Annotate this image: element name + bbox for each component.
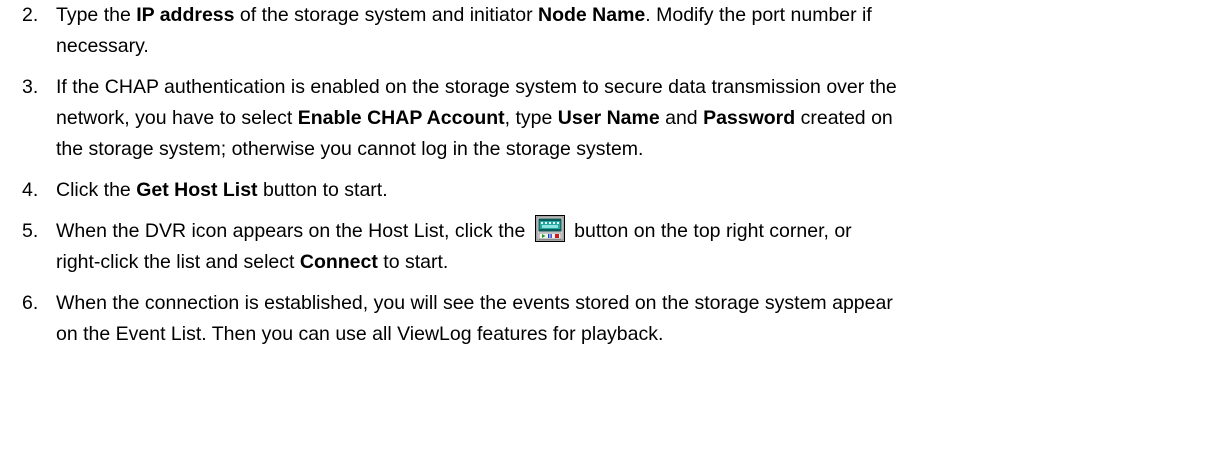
step-text-run: created on [795, 107, 893, 129]
step-text-run: If the CHAP authentication is enabled on… [56, 76, 897, 98]
bold-term: IP address [136, 4, 235, 26]
step-text-run: Type the [56, 4, 137, 26]
step-gap [22, 278, 1212, 288]
step-text: If the CHAP authentication is enabled on… [56, 72, 1212, 165]
step-text-run: necessary. [56, 35, 149, 57]
step-gap [22, 62, 1212, 72]
step-text-run: the storage system; otherwise you cannot… [56, 138, 644, 160]
step-text-run: button to start. [257, 179, 388, 201]
step-item: 5. When the DVR icon appears on the Host … [22, 215, 1212, 278]
step-number: 5. [22, 220, 39, 242]
step-line: necessary. [56, 31, 1212, 62]
step-line: network, you have to select Enable CHAP … [56, 103, 1212, 134]
step-text-run: right-click the list and select [56, 251, 300, 273]
step-text-run: button on the top right corner, or [568, 220, 852, 242]
step-text-run: and [659, 107, 704, 129]
step-text-run: to start. [377, 251, 449, 273]
step-line: Click the Get Host List button to start. [56, 175, 1212, 206]
step-item: 2. Type the IP address of the storage sys… [22, 0, 1212, 62]
bold-term: Get Host List [136, 179, 258, 201]
step-number: 4. [22, 179, 39, 201]
step-text-run: , type [504, 107, 558, 129]
bold-term: User Name [557, 107, 660, 129]
step-text-run: on the Event List. Then you can use all … [56, 323, 664, 345]
step-number: 2. [22, 4, 39, 26]
step-number: 3. [22, 76, 39, 98]
step-text-run: of the storage system and initiator [234, 4, 538, 26]
bold-term: Enable CHAP Account [297, 107, 505, 129]
step-number: 6. [22, 292, 39, 314]
step-line: the storage system; otherwise you cannot… [56, 134, 1212, 165]
bold-term: Node Name [538, 4, 646, 26]
step-text: When the DVR icon appears on the Host Li… [56, 215, 1212, 278]
step-text: Type the IP address of the storage syste… [56, 0, 1212, 62]
step-gap [22, 206, 1212, 216]
step-item: 6. When the connection is established, yo… [22, 288, 1212, 350]
step-item: 3. If the CHAP authentication is enabled … [22, 72, 1212, 165]
instruction-steps: 2. Type the IP address of the storage sys… [22, 0, 1212, 350]
step-line: If the CHAP authentication is enabled on… [56, 72, 1212, 103]
step-text-run: Click the [56, 179, 137, 201]
bold-term: Connect [299, 251, 378, 273]
step-line: right-click the list and select Connect … [56, 247, 1212, 278]
step-line: When the DVR icon appears on the Host Li… [56, 215, 1212, 247]
step-text-run: When the DVR icon appears on the Host Li… [56, 220, 531, 242]
step-gap [22, 165, 1212, 175]
step-text-run: network, you have to select [56, 107, 298, 129]
step-item: 4. Click the Get Host List button to star… [22, 175, 1212, 206]
bold-term: Password [703, 107, 796, 129]
step-text-run: When the connection is established, you … [56, 292, 893, 314]
dvr-connect-icon [534, 215, 565, 243]
step-line: on the Event List. Then you can use all … [56, 319, 1212, 350]
step-text: Click the Get Host List button to start. [56, 175, 1212, 206]
step-text: When the connection is established, you … [56, 288, 1212, 350]
step-text-run: . Modify the port number if [645, 4, 872, 26]
step-line: Type the IP address of the storage syste… [56, 0, 1212, 31]
step-line: When the connection is established, you … [56, 288, 1212, 319]
